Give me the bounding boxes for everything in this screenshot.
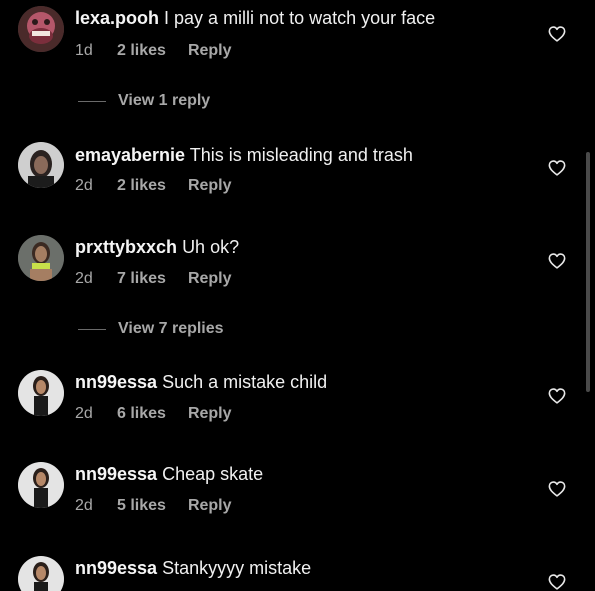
like-button[interactable] [548,160,566,176]
comment-username[interactable]: nn99essa [75,558,157,578]
heart-outline-icon [548,574,566,590]
comment-time: 1d [75,42,93,59]
comment-text: Cheap skate [162,464,264,484]
view-replies-label: View 1 reply [118,92,211,109]
replies-divider [78,101,106,102]
comment-username[interactable]: nn99essa [75,464,157,484]
comment-meta: 2d 5 likes Reply [75,496,232,516]
reply-button[interactable]: Reply [188,41,232,61]
comment-text: This is misleading and trash [189,145,413,165]
reply-button[interactable]: Reply [188,269,232,289]
comment-time: 2d [75,497,93,514]
comment-time: 2d [75,405,93,422]
avatar[interactable] [18,235,64,281]
avatar[interactable] [18,462,64,508]
comment-likes[interactable]: 2 likes [117,41,166,61]
comment-username[interactable]: emayabernie [75,145,185,165]
comment-item: nn99essa Such a mistake child 2d 6 likes R… [0,364,595,444]
like-button[interactable] [548,481,566,497]
like-button[interactable] [548,388,566,404]
comment-time: 2d [75,177,93,194]
avatar[interactable] [18,6,64,52]
comment-time: 2d [75,270,93,287]
comment-username[interactable]: prxttybxxch [75,237,177,257]
comment-item: lexa.pooh I pay a milli not to watch you… [0,0,595,80]
comment-line: nn99essa Stankyyyy mistake [75,557,311,579]
comment-meta: 1d 2 likes Reply [75,41,232,61]
like-button[interactable] [548,574,566,590]
comment-text: Such a mistake child [162,372,328,392]
comment-item: nn99essa Stankyyyy mistake [0,550,595,591]
comment-line: nn99essa Cheap skate [75,463,263,485]
like-button[interactable] [548,26,566,42]
like-button[interactable] [548,253,566,269]
comment-line: prxttybxxch Uh ok? [75,236,239,258]
comment-meta: 2d 6 likes Reply [75,404,232,424]
comment-meta: 2d 2 likes Reply [75,176,232,196]
comment-likes[interactable]: 6 likes [117,404,166,424]
reply-button[interactable]: Reply [188,404,232,424]
comment-likes[interactable]: 2 likes [117,176,166,196]
comment-item: emayabernie This is misleading and trash… [0,136,595,216]
heart-outline-icon [548,388,566,404]
comment-likes[interactable]: 5 likes [117,496,166,516]
comment-line: lexa.pooh I pay a milli not to watch you… [75,7,435,29]
comment-item: nn99essa Cheap skate 2d 5 likes Reply [0,456,595,536]
comment-text: Stankyyyy mistake [162,558,312,578]
comment-line: emayabernie This is misleading and trash [75,144,413,166]
comment-item: prxttybxxch Uh ok? 2d 7 likes Reply [0,229,595,309]
comment-username[interactable]: nn99essa [75,372,157,392]
comment-meta: 2d 7 likes Reply [75,269,232,289]
avatar[interactable] [18,556,64,591]
view-replies-label: View 7 replies [118,320,224,337]
comment-username[interactable]: lexa.pooh [75,8,159,28]
reply-button[interactable]: Reply [188,176,232,196]
comment-text: I pay a milli not to watch your face [164,8,436,28]
heart-outline-icon [548,481,566,497]
view-replies-button[interactable]: View 7 replies [78,319,378,339]
avatar[interactable] [18,370,64,416]
heart-outline-icon [548,160,566,176]
comment-text: Uh ok? [182,237,240,257]
heart-outline-icon [548,26,566,42]
replies-divider [78,329,106,330]
comment-line: nn99essa Such a mistake child [75,371,327,393]
view-replies-button[interactable]: View 1 reply [78,91,378,111]
reply-button[interactable]: Reply [188,496,232,516]
comment-likes[interactable]: 7 likes [117,269,166,289]
scrollbar[interactable] [586,152,590,392]
avatar[interactable] [18,142,64,188]
heart-outline-icon [548,253,566,269]
